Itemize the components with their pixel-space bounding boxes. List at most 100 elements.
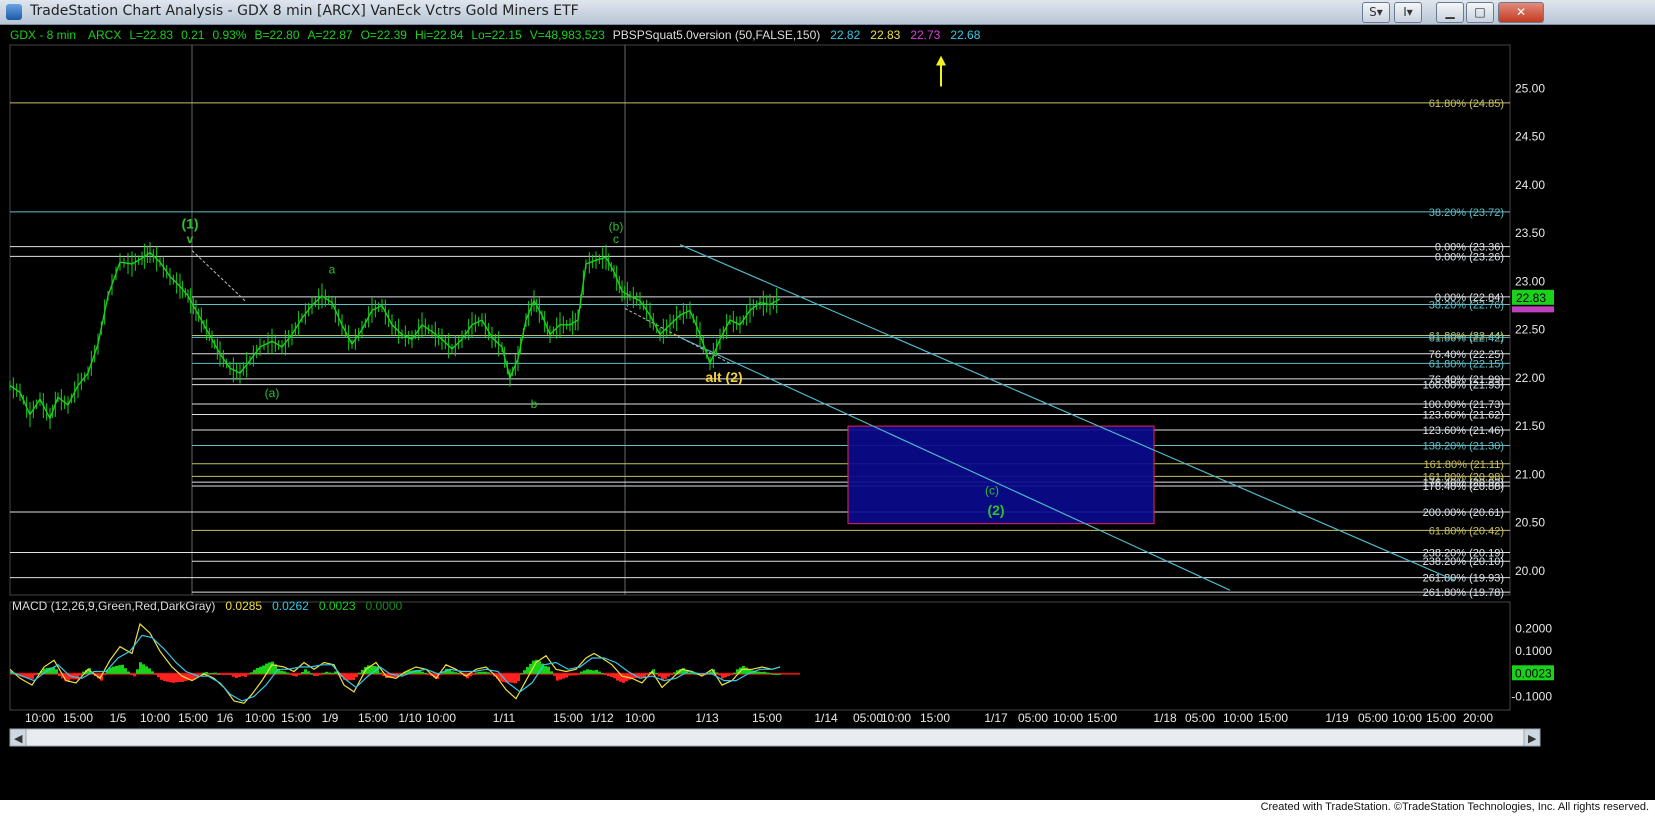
wave-label: (a) <box>265 386 280 400</box>
time-tick-label: 1/11 <box>493 711 516 725</box>
study-value-1: 22.82 <box>830 28 860 42</box>
time-tick-label: 10:00 <box>140 711 170 725</box>
fib-level-label: 0.00% (23.26) <box>1435 251 1504 263</box>
macd-histogram-bar <box>586 669 589 674</box>
macd-histogram-bar <box>490 673 493 675</box>
macd-histogram-bar <box>547 666 550 674</box>
time-tick-label: 15:00 <box>358 711 388 725</box>
horizontal-scrollbar[interactable]: ◀ ▶ <box>9 728 1541 747</box>
macd-histogram-bar <box>325 671 328 674</box>
macd-histogram-bar <box>220 673 223 675</box>
maximize-button[interactable]: □ <box>1466 2 1494 23</box>
macd-histogram-bar <box>514 673 517 684</box>
macd-histogram-bar <box>163 673 166 681</box>
macd-histogram-bar <box>34 673 37 676</box>
macd-histogram-bar <box>352 673 355 680</box>
macd-histogram-bar <box>574 673 577 676</box>
fib-level-label: 100.00% (21.93) <box>1423 380 1504 392</box>
macd-histogram-bar <box>319 673 322 675</box>
time-tick-label: 05:00 <box>1018 711 1048 725</box>
wave-label: alt (2) <box>705 369 742 385</box>
macd-histogram-bar <box>487 672 490 674</box>
time-tick-label: 15:00 <box>752 711 782 725</box>
macd-histogram-bar <box>313 673 316 676</box>
macd-histogram-bar <box>103 673 106 676</box>
macd-header: MACD (12,26,9,Green,Red,DarkGray) 0.0285 0… <box>12 599 403 613</box>
scroll-left-icon: ◀ <box>14 733 23 745</box>
time-tick-label: 1/19 <box>1325 711 1349 725</box>
time-tick-label: 15:00 <box>281 711 311 725</box>
study-value-4: 22.68 <box>950 28 980 42</box>
macd-histogram-bar <box>79 673 82 676</box>
macd-histogram-bar <box>508 673 511 683</box>
macd-histogram-bar <box>379 672 382 674</box>
macd-histogram-bar <box>775 673 778 675</box>
time-tick-label: 05:00 <box>1185 711 1215 725</box>
macd-histogram-bar <box>730 673 733 675</box>
close-icon: ✕ <box>1515 5 1527 19</box>
macd-histogram-bar <box>628 673 631 680</box>
macd-histogram-bar <box>349 673 352 681</box>
time-tick-label: 15:00 <box>1426 711 1456 725</box>
chart-area[interactable]: 61.80% (24.85)38.20% (23.72)0.00% (23.36… <box>0 25 1655 800</box>
time-tick-label: 1/12 <box>590 711 614 725</box>
macd-histogram-bar <box>232 673 235 677</box>
macd-histogram-bar <box>298 673 301 675</box>
fib-level-label: 38.20% (22.76) <box>1429 300 1504 312</box>
macd-histogram-bar <box>316 673 319 676</box>
macd-histogram-bar <box>118 665 121 674</box>
time-tick-label: 1/18 <box>1153 711 1177 725</box>
macd-histogram-bar <box>478 671 481 674</box>
price-tick-label: 22.50 <box>1515 323 1545 337</box>
macd-histogram-bar <box>121 664 124 674</box>
macd-histogram-bar <box>571 673 574 676</box>
indicator-tag <box>1512 306 1554 313</box>
time-tick-label: 15:00 <box>553 711 583 725</box>
macd-histogram-bar <box>145 666 148 674</box>
time-tick-label: 1/6 <box>217 711 234 725</box>
header-ask: A=22.87 <box>308 28 353 42</box>
macd-histogram-bar <box>358 672 361 674</box>
macd-histogram-bar <box>553 673 556 676</box>
dropdown-arrow-icon: ▾ <box>1376 5 1383 19</box>
macd-histogram-bar <box>724 673 727 678</box>
scroll-right-icon: ▶ <box>1528 733 1537 745</box>
minimize-button[interactable]: ▁ <box>1436 2 1464 23</box>
header-readout: GDX - 8 min ARCX L=22.83 0.21 0.93% B=22.80 A=… <box>10 28 981 42</box>
macd-histogram-bar <box>655 672 658 674</box>
time-axis[interactable]: 10:00 15:00 1/5 10:00 15:00 1/6 10:00 15:00 1/9 1… <box>25 711 1493 725</box>
time-tick-label: 1/5 <box>110 711 127 725</box>
study-value-2: 22.83 <box>870 28 900 42</box>
macd-histogram-bar <box>778 673 781 675</box>
macd-histogram-bar <box>328 672 331 674</box>
macd-histogram-bar <box>520 673 523 675</box>
time-tick-label: 1/9 <box>322 711 339 725</box>
macd-histogram-bar <box>166 673 169 682</box>
macd-histogram-bar <box>595 669 598 674</box>
macd-histogram-bar <box>235 673 238 678</box>
macd-histogram-bar <box>175 673 178 683</box>
header-change-pct: 0.93% <box>212 28 246 42</box>
time-tick-label: 05:00 <box>1358 711 1388 725</box>
macd-histogram-bar <box>271 661 274 674</box>
symbol-link-button[interactable]: S▾ <box>1362 2 1390 23</box>
indicator-button[interactable]: I▾ <box>1394 2 1422 23</box>
wave-label: c <box>613 232 619 246</box>
macd-histogram-bar <box>331 673 334 675</box>
macd-histogram-bar <box>718 673 721 676</box>
macd-histogram-bar <box>139 662 142 674</box>
close-button[interactable]: ✕ <box>1498 2 1544 23</box>
macd-tick-label: 0.1000 <box>1515 644 1552 658</box>
title-bar: TradeStation Chart Analysis - GDX 8 min … <box>0 0 1655 25</box>
header-high: Hi=22.84 <box>415 28 464 42</box>
macd-histogram-bar <box>160 673 163 680</box>
macd-histogram-bar <box>598 671 601 674</box>
header-low: Lo=22.15 <box>471 28 522 42</box>
app-icon <box>6 4 22 20</box>
header-bid: B=22.80 <box>254 28 299 42</box>
macd-histogram-bar <box>544 666 547 674</box>
macd-histogram-bar <box>673 672 676 674</box>
time-tick-label: 05:00 <box>853 711 883 725</box>
last-price-tag: 22.83 <box>1516 291 1546 305</box>
header-last: L=22.83 <box>129 28 173 42</box>
